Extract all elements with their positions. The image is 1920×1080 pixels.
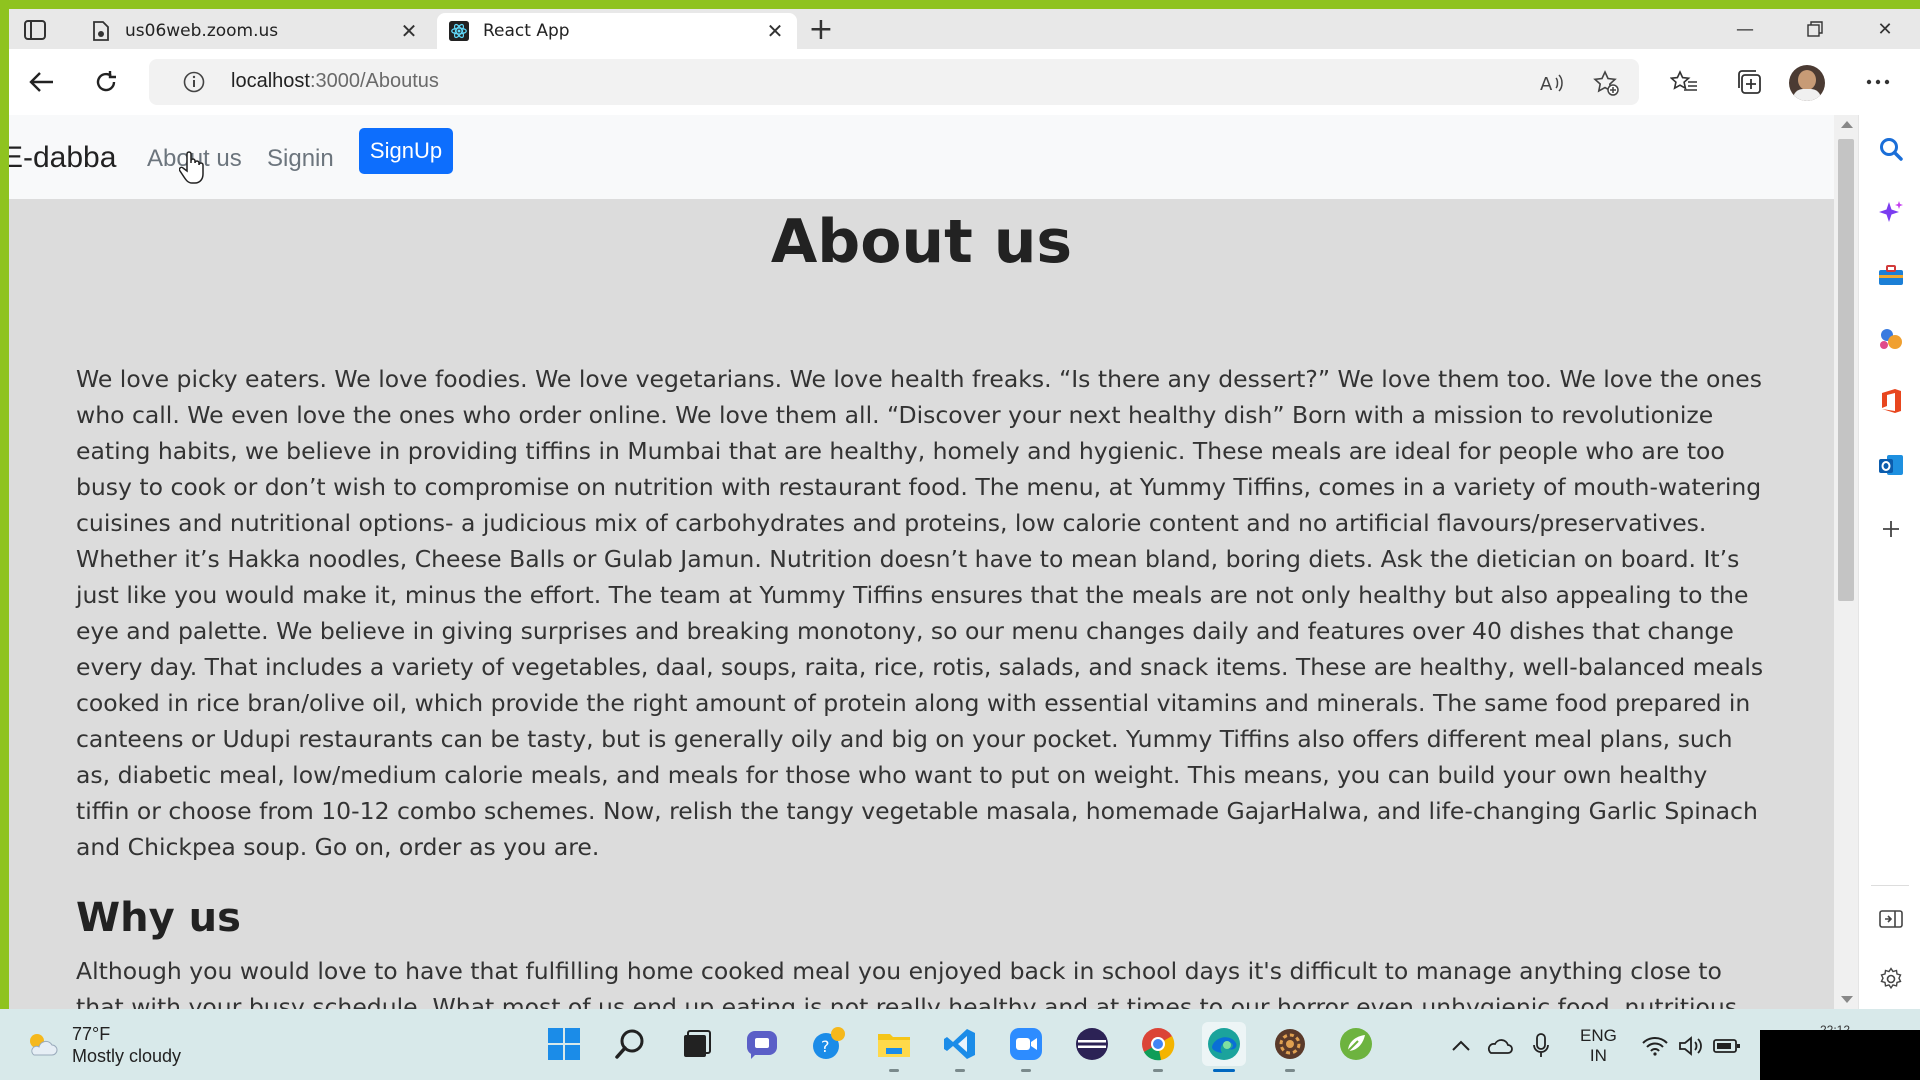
vscode-icon[interactable] [938,1022,982,1072]
games-icon[interactable] [1877,325,1905,353]
svg-text:?: ? [821,1037,830,1056]
page-scrollbar[interactable] [1834,115,1858,1009]
chrome-icon[interactable] [1136,1022,1180,1072]
edge-icon[interactable] [1202,1022,1246,1072]
notification-area-overlay [1760,1030,1920,1080]
office-icon[interactable] [1877,387,1905,415]
close-icon[interactable]: ✕ [765,19,785,43]
tab-zoom[interactable]: us06web.zoom.us ✕ [79,13,431,49]
volume-icon[interactable] [1676,1031,1706,1061]
url-text[interactable]: localhost:3000/Aboutus [231,70,439,93]
more-options-icon[interactable] [1861,65,1895,99]
close-window-icon[interactable]: ✕ [1850,9,1920,49]
url-host: localhost [231,70,310,92]
task-view-icon[interactable] [674,1022,718,1066]
outlook-icon[interactable] [1877,451,1905,479]
nav-signin-link[interactable]: Signin [267,145,334,173]
edge-sidebar [1858,115,1920,1009]
hand-cursor-icon [179,151,204,184]
why-us-heading: Why us [76,895,241,941]
teams-chat-icon[interactable] [740,1022,784,1066]
zoom-icon[interactable] [1004,1022,1048,1072]
address-bar[interactable]: localhost:3000/Aboutus A [149,59,1639,105]
battery-icon[interactable] [1712,1031,1742,1061]
page-title: About us [770,207,1073,277]
eclipse-icon[interactable] [1070,1022,1114,1066]
svg-text:A: A [1540,74,1553,94]
tab-react-app[interactable]: React App ✕ [437,13,797,49]
site-navbar: E-dabba About us Signin SignUp [9,115,1834,199]
tab-title: React App [483,21,570,41]
browser-toolbar: localhost:3000/Aboutus A [9,49,1920,115]
add-sidebar-app-icon[interactable] [1877,515,1905,543]
scroll-down-icon[interactable] [1841,996,1853,1003]
weather-condition: Mostly cloudy [72,1046,182,1066]
tools-briefcase-icon[interactable] [1877,261,1905,289]
brand-logo[interactable]: E-dabba [9,141,116,175]
onedrive-icon[interactable] [1484,1031,1514,1061]
settings-gear-icon[interactable] [1877,965,1905,993]
copilot-sparkle-icon[interactable] [1877,199,1905,227]
window-controls: — ✕ [1710,9,1920,49]
scroll-up-icon[interactable] [1841,121,1853,128]
zoom-doc-icon [91,21,111,41]
show-hidden-icons-icon[interactable] [1446,1031,1476,1061]
new-tab-button[interactable]: + [807,15,835,45]
sidebar-separator [1871,885,1909,886]
url-path: :3000/Aboutus [309,70,439,92]
restore-icon[interactable] [1780,9,1850,49]
why-us-paragraph: Although you would love to have that ful… [76,957,1738,1009]
tab-strip: us06web.zoom.us ✕ React App ✕ + — ✕ [9,9,1920,49]
get-help-icon[interactable]: ? [806,1022,850,1066]
weather-temp: 77°F [72,1024,111,1044]
signup-button[interactable]: SignUp [359,128,453,174]
weather-widget[interactable]: 77°F Mostly cloudy [26,1023,181,1067]
refresh-icon[interactable] [89,65,123,99]
read-aloud-icon[interactable]: A [1539,70,1565,96]
browser-window: us06web.zoom.us ✕ React App ✕ + — ✕ loca… [9,9,1920,1009]
search-icon[interactable] [1877,135,1905,163]
tab-actions-icon[interactable] [19,17,51,43]
microphone-icon[interactable] [1526,1031,1556,1061]
wifi-icon[interactable] [1640,1031,1670,1061]
minimize-icon[interactable]: — [1710,9,1780,49]
close-icon[interactable]: ✕ [399,19,419,43]
windows-taskbar: 77°F Mostly cloudy ? ENG IN [0,1009,1920,1080]
hide-sidebar-icon[interactable] [1877,905,1905,933]
spring-tool-icon[interactable] [1334,1022,1378,1066]
react-icon [449,21,469,41]
scroll-thumb[interactable] [1838,139,1854,601]
page-viewport: E-dabba About us Signin SignUp About us … [9,115,1834,1009]
settings-app-icon[interactable] [1268,1022,1312,1072]
start-windows-icon[interactable] [542,1022,586,1066]
favorites-icon[interactable] [1667,65,1701,99]
add-favorite-icon[interactable] [1593,70,1619,96]
info-icon[interactable] [183,71,205,93]
lang-line2: IN [1589,1046,1607,1065]
collections-icon[interactable] [1733,65,1767,99]
back-icon[interactable] [25,65,59,99]
about-paragraph: We love picky eaters. We love foodies. W… [76,365,1764,861]
taskbar-search-icon[interactable] [608,1022,652,1066]
language-indicator[interactable]: ENG IN [1580,1026,1617,1066]
tab-title: us06web.zoom.us [125,21,279,41]
file-explorer-icon[interactable] [872,1022,916,1072]
profile-avatar[interactable] [1789,65,1825,101]
partly-cloudy-icon [30,1034,58,1056]
lang-line1: ENG [1580,1026,1617,1045]
